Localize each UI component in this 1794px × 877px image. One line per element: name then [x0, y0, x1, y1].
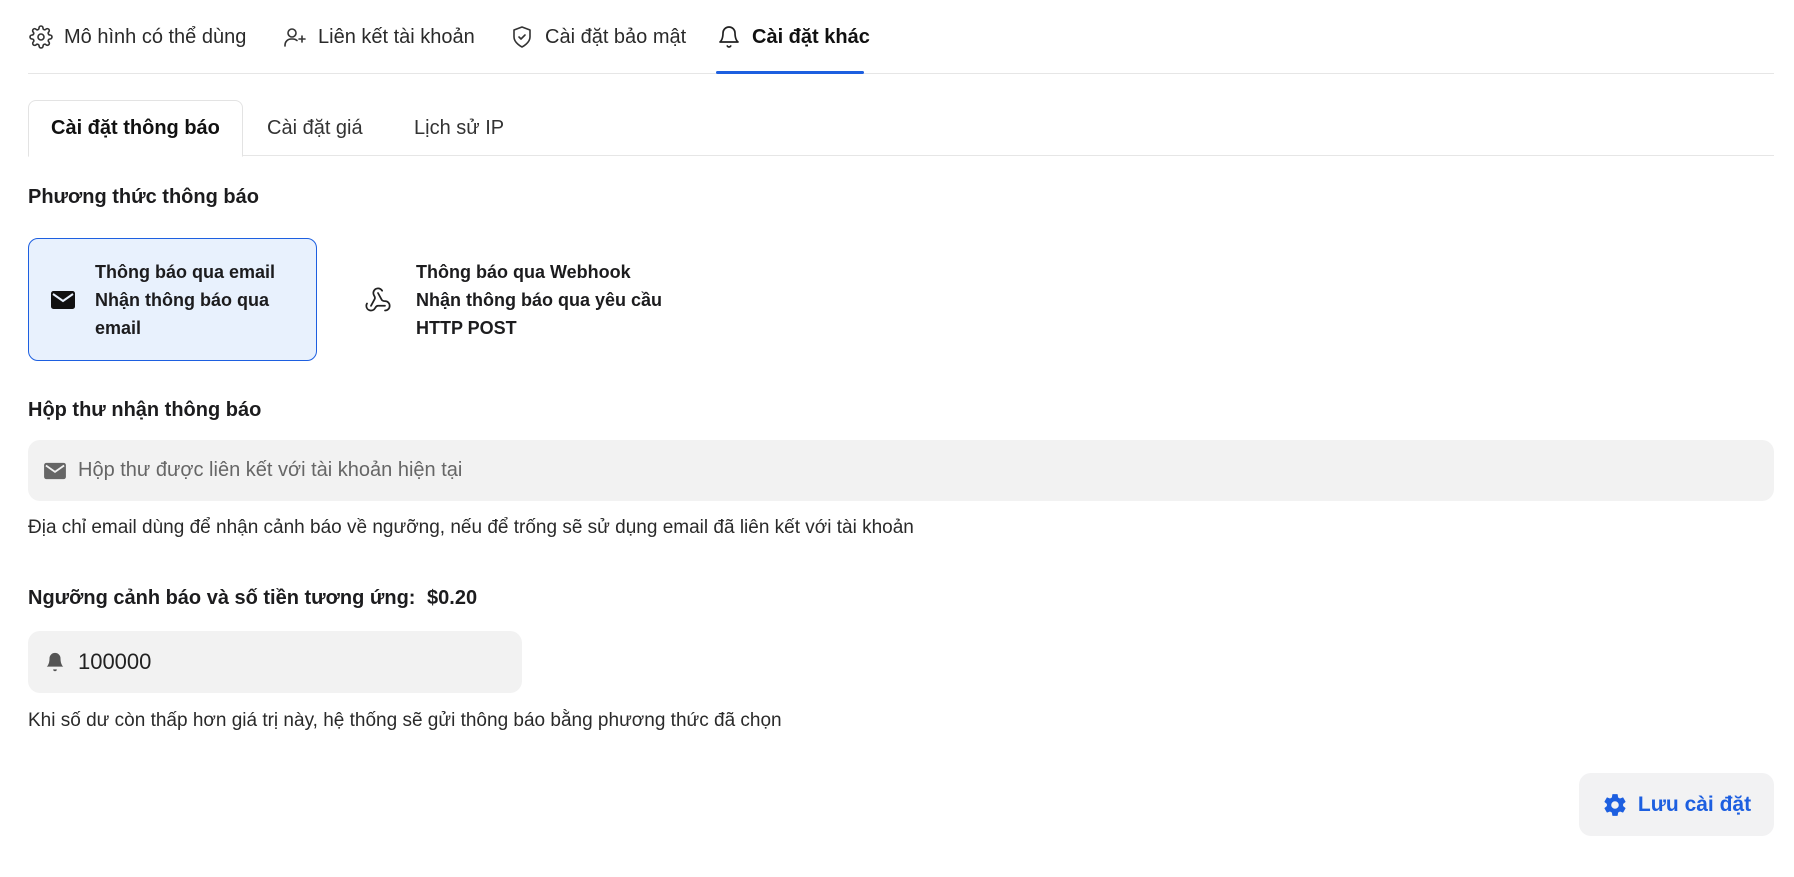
nav-item-label: Cài đặt bảo mật — [545, 25, 687, 48]
nav-item-other-settings[interactable]: Cài đặt khác — [716, 0, 870, 74]
gear-icon — [1602, 792, 1628, 818]
method-text: Thông báo qua email Nhận thông báo qua e… — [95, 258, 275, 342]
gear-icon — [28, 24, 54, 50]
threshold-field — [28, 631, 522, 693]
save-settings-button[interactable]: Lưu cài đặt — [1579, 773, 1774, 836]
method-desc-line2: email — [95, 317, 142, 338]
method-desc-line1: Nhận thông báo qua yêu cầu — [416, 289, 663, 310]
nav-item-label: Liên kết tài khoản — [318, 25, 475, 48]
inbox-hint: Địa chỉ email dùng để nhận cảnh báo về n… — [28, 517, 914, 538]
active-tab-indicator — [716, 71, 864, 74]
tab-ip-history[interactable]: Lịch sử IP — [414, 100, 504, 156]
threshold-hint: Khi số dư còn thấp hơn giá trị này, hệ t… — [28, 710, 782, 731]
nav-item-label: Cài đặt khác — [752, 25, 870, 48]
nav-item-link-account[interactable]: Liên kết tài khoản — [282, 0, 475, 74]
method-desc-line1: Nhận thông báo qua — [95, 289, 269, 310]
inbox-email-input[interactable] — [78, 459, 1650, 482]
tab-notification-settings[interactable]: Cài đặt thông báo — [28, 100, 243, 157]
nav-item-available-models[interactable]: Mô hình có thể dùng — [28, 0, 246, 74]
notify-method-title: Phương thức thông báo — [28, 186, 259, 208]
threshold-label: Ngưỡng cảnh báo và số tiền tương ứng: — [28, 587, 416, 609]
user-plus-icon — [282, 24, 308, 50]
top-nav: Mô hình có thể dùng Liên kết tài khoản C… — [28, 0, 1774, 74]
shield-check-icon — [509, 24, 535, 50]
webhook-icon — [364, 286, 392, 314]
inbox-title: Hộp thư nhận thông báo — [28, 399, 262, 421]
threshold-title: Ngưỡng cảnh báo và số tiền tương ứng: $0… — [28, 587, 477, 610]
method-title: Thông báo qua Webhook — [416, 261, 631, 282]
bell-icon — [716, 24, 742, 50]
method-card-email[interactable]: Thông báo qua email Nhận thông báo qua e… — [28, 238, 317, 361]
save-button-label: Lưu cài đặt — [1637, 792, 1752, 816]
method-text: Thông báo qua Webhook Nhận thông báo qua… — [416, 258, 662, 342]
tab-label: Cài đặt thông báo — [51, 117, 220, 139]
tab-price-settings[interactable]: Cài đặt giá — [267, 100, 363, 156]
inbox-field — [28, 440, 1774, 501]
bell-icon — [42, 649, 68, 675]
method-desc-line2: HTTP POST — [416, 317, 517, 338]
method-card-webhook[interactable]: Thông báo qua Webhook Nhận thông báo qua… — [348, 238, 688, 361]
threshold-amount: $0.20 — [427, 587, 478, 609]
threshold-input[interactable] — [77, 649, 522, 675]
nav-item-security-settings[interactable]: Cài đặt bảo mật — [509, 0, 686, 74]
tab-label: Lịch sử IP — [414, 116, 505, 139]
mail-icon — [42, 458, 68, 484]
method-title: Thông báo qua email — [95, 261, 276, 282]
sub-tabs: Cài đặt thông báo Cài đặt giá Lịch sử IP — [28, 100, 1774, 157]
tab-label: Cài đặt giá — [267, 116, 363, 139]
nav-item-label: Mô hình có thể dùng — [64, 25, 247, 48]
mail-icon — [49, 286, 77, 314]
